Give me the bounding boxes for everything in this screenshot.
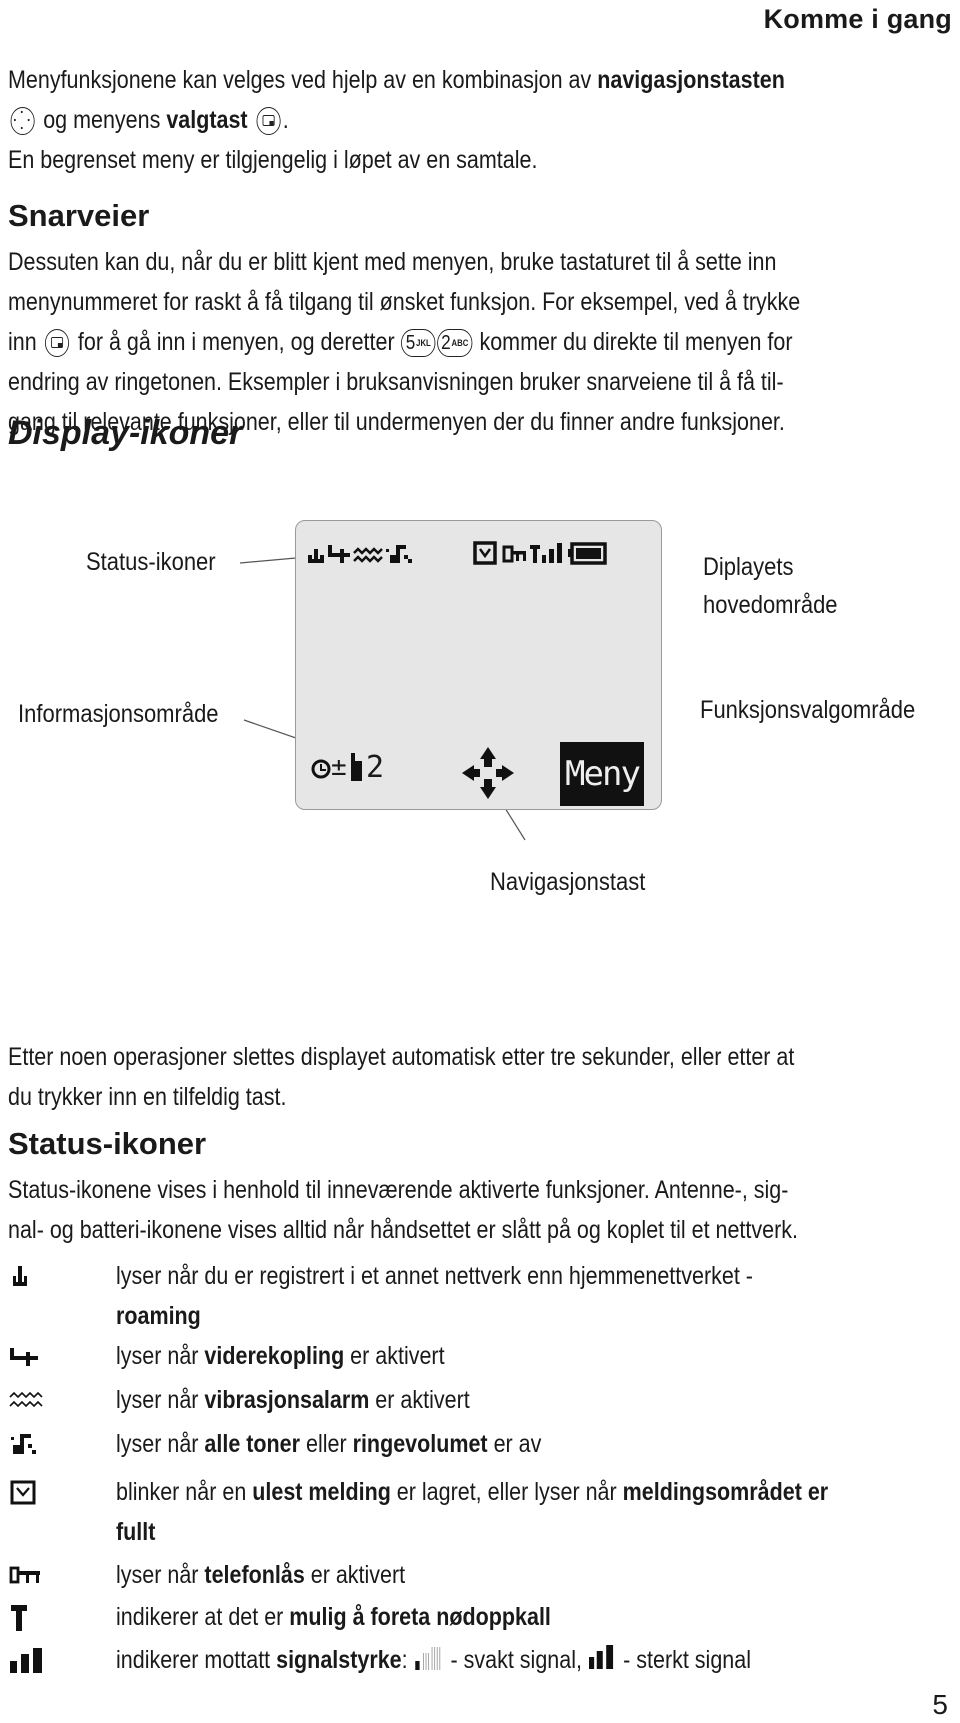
- lcd-screen: ± 2 Meny: [295, 520, 662, 810]
- item-text: :: [401, 1646, 408, 1674]
- label-function-area: Funksjonsvalgområde: [700, 696, 945, 725]
- signal-icon: [542, 543, 562, 563]
- vibration-icon: [9, 1391, 43, 1408]
- label-text: Diplayets: [703, 553, 794, 581]
- message-icon: [473, 541, 497, 565]
- item-text: blinker når en: [116, 1478, 253, 1506]
- label-text: Status-ikoner: [86, 548, 216, 576]
- paragraph-text: du trykker inn en tilfeldig tast.: [8, 1083, 287, 1111]
- item-text: lyser når du er registrert i et annet ne…: [116, 1262, 753, 1290]
- phone-line-icon: [351, 753, 362, 781]
- page-number: 5: [932, 1689, 948, 1720]
- battery-icon: [568, 542, 607, 565]
- item-text: indikerer mottatt: [116, 1646, 277, 1674]
- info-plusminus: ±: [331, 752, 347, 782]
- status-item-text: lyser når telefonlås er aktivert: [116, 1555, 954, 1595]
- antenna-icon: [530, 545, 540, 563]
- call-divert-icon: [10, 1348, 38, 1366]
- item-text: indikerer at det er: [116, 1603, 290, 1631]
- paragraph-text: Status-ikonene vises i henhold til innev…: [8, 1176, 789, 1204]
- label-text: hovedområde: [703, 591, 838, 619]
- status-item-text: indikerer at det er mulig å foreta nødop…: [116, 1597, 954, 1637]
- weak-signal-icon: [415, 1647, 441, 1670]
- item-text: lyser når: [116, 1561, 205, 1589]
- call-divert-icon: [328, 545, 350, 563]
- item-bold: fullt: [116, 1518, 156, 1546]
- display-figure: Status-ikoner Diplayets hovedområde Info…: [0, 0, 960, 900]
- strong-signal-icon: [588, 1645, 613, 1669]
- vibration-icon: [353, 547, 383, 563]
- item-bold: alle toner: [204, 1430, 301, 1458]
- silent-icon: [11, 1434, 36, 1454]
- status-intro-paragraph: Status-ikonene vises i henhold til innev…: [8, 1170, 954, 1250]
- item-text: lyser når: [116, 1342, 205, 1370]
- navigation-arrows-icon: [462, 747, 514, 799]
- item-text: er aktivert: [304, 1561, 406, 1589]
- status-item-roaming: lyser når du er registrert i et annet ne…: [8, 1256, 954, 1336]
- item-bold: ringevolumet: [352, 1430, 488, 1458]
- status-item-key-lock: lyser når telefonlås er aktivert: [8, 1555, 954, 1595]
- status-item-text: blinker når en ulest melding er lagret, …: [116, 1472, 954, 1552]
- status-item-text: lyser når vibrasjonsalarm er aktivert: [116, 1380, 954, 1420]
- paragraph-text: nal- og batteri-ikonene vises alltid når…: [8, 1216, 798, 1244]
- item-text: er av: [487, 1430, 542, 1458]
- signal-icon: [10, 1648, 42, 1673]
- status-item-text: lyser når du er registrert i et annet ne…: [116, 1256, 954, 1336]
- item-bold: roaming: [116, 1302, 201, 1330]
- status-item-text: lyser når alle toner eller ringevolumet …: [116, 1424, 954, 1464]
- item-bold: signalstyrke: [276, 1646, 402, 1674]
- label-info-area: Informasjonsområde: [18, 700, 246, 729]
- item-text: er aktivert: [369, 1386, 470, 1414]
- item-text: lyser når: [116, 1386, 205, 1414]
- item-bold: telefonlås: [204, 1561, 305, 1589]
- item-bold: vibrasjonsalarm: [204, 1386, 370, 1414]
- item-text: eller: [300, 1430, 353, 1458]
- status-item-antenna: indikerer at det er mulig å foreta nødop…: [8, 1597, 954, 1637]
- status-item-text: indikerer mottatt signalstyrke: - svakt …: [116, 1640, 954, 1680]
- item-text: - svakt signal,: [444, 1646, 588, 1674]
- item-text: - sterkt signal: [617, 1646, 751, 1674]
- line-number: 2: [366, 750, 385, 785]
- key-lock-icon: [9, 1566, 40, 1584]
- label-text: Informasjonsområde: [18, 700, 219, 728]
- roaming-icon: [308, 549, 324, 563]
- paragraph-text: Etter noen operasjoner slettes displayet…: [8, 1043, 795, 1071]
- label-text: Funksjonsvalgområde: [700, 696, 916, 724]
- item-bold: meldingsområdet er: [622, 1478, 829, 1506]
- item-text: er lagret, eller lyser når: [390, 1478, 623, 1506]
- item-bold: mulig å foreta nødoppkall: [289, 1603, 551, 1631]
- key-lock-icon: [502, 545, 526, 563]
- antenna-icon: [11, 1605, 27, 1631]
- message-icon: [10, 1480, 36, 1505]
- item-bold: ulest melding: [252, 1478, 391, 1506]
- label-main-area: Diplayets hovedområde: [703, 548, 856, 624]
- clock-icon: [311, 759, 331, 779]
- menu-softkey[interactable]: Meny: [560, 742, 644, 806]
- status-item-call-divert: lyser når viderekopling er aktivert: [8, 1336, 954, 1376]
- status-item-text: lyser når viderekopling er aktivert: [116, 1336, 954, 1376]
- status-item-vibration: lyser når vibrasjonsalarm er aktivert: [8, 1380, 954, 1420]
- item-bold: viderekopling: [204, 1342, 345, 1370]
- section-heading-status-ikoner: Status-ikoner: [8, 1126, 207, 1161]
- label-text: Navigasjonstast: [490, 868, 646, 896]
- label-status-icons: Status-ikoner: [86, 548, 233, 577]
- item-text: lyser når: [116, 1430, 205, 1458]
- status-item-message: blinker når en ulest melding er lagret, …: [8, 1472, 954, 1552]
- status-item-signal: indikerer mottatt signalstyrke: - svakt …: [8, 1640, 954, 1680]
- label-navigation-key: Navigasjonstast: [490, 868, 666, 897]
- auto-clear-paragraph: Etter noen operasjoner slettes displayet…: [8, 1037, 954, 1117]
- silent-icon: [386, 545, 412, 563]
- roaming-icon: [13, 1266, 27, 1286]
- status-item-silent: lyser når alle toner eller ringevolumet …: [8, 1424, 954, 1464]
- item-text: er aktivert: [344, 1342, 445, 1370]
